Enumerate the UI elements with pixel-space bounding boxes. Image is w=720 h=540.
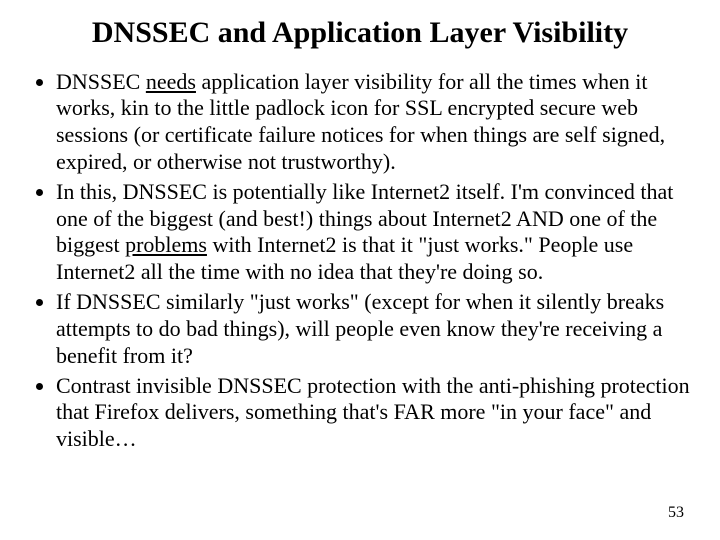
bullet-text: Contrast invisible DNSSEC protection wit… (56, 373, 690, 452)
bullet-text: If DNSSEC similarly "just works" (except… (56, 289, 664, 368)
slide-title: DNSSEC and Application Layer Visibility (30, 16, 690, 51)
page-number: 53 (668, 504, 684, 522)
bullet-text: DNSSEC (56, 69, 146, 94)
underlined-text: problems (125, 232, 207, 257)
slide: DNSSEC and Application Layer Visibility … (0, 0, 720, 540)
bullet-list: DNSSEC needs application layer visibilit… (30, 69, 690, 454)
list-item: In this, DNSSEC is potentially like Inte… (56, 179, 690, 286)
list-item: Contrast invisible DNSSEC protection wit… (56, 373, 690, 453)
list-item: DNSSEC needs application layer visibilit… (56, 69, 690, 176)
underlined-text: needs (146, 69, 196, 94)
list-item: If DNSSEC similarly "just works" (except… (56, 289, 690, 369)
